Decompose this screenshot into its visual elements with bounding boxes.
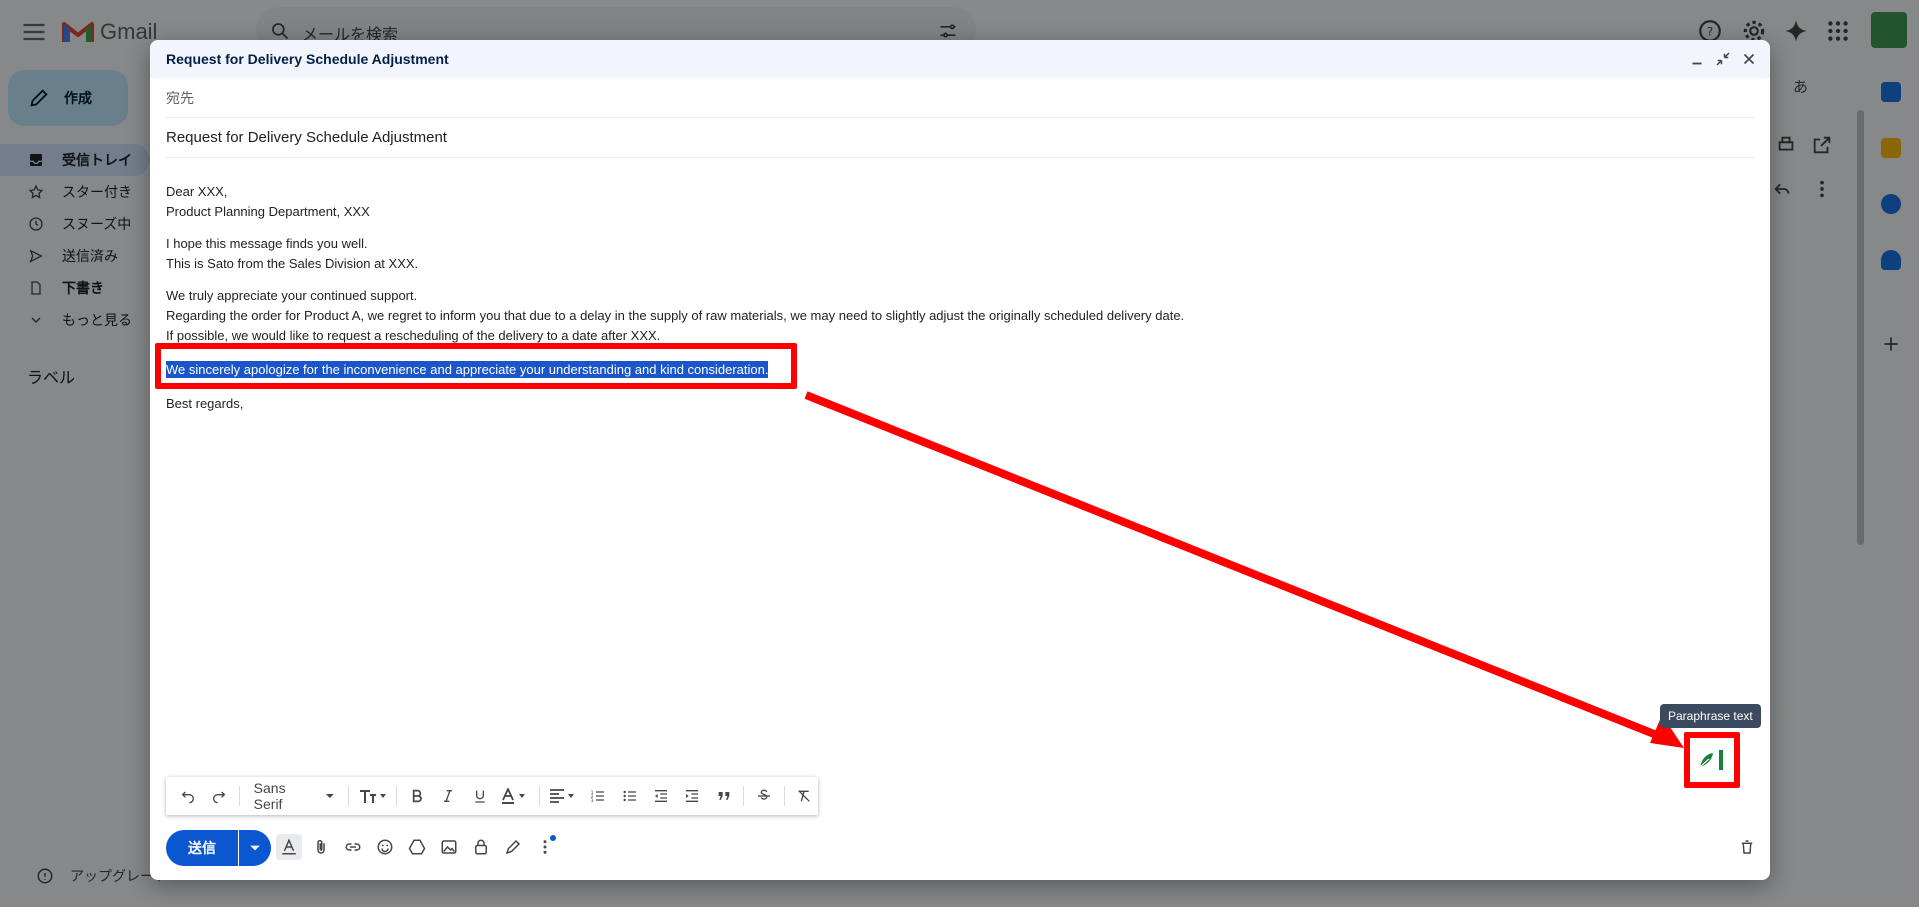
paraphrase-button[interactable] [1684,732,1740,788]
toolbar-divider [783,786,785,806]
insert-link-icon[interactable] [340,834,366,860]
notification-dot [550,835,556,841]
signature-pen-icon[interactable] [500,834,526,860]
indent-less-icon[interactable] [647,782,674,810]
bold-icon[interactable] [403,782,430,810]
send-options-button[interactable] [239,830,271,866]
discard-draft-icon[interactable] [1738,838,1756,856]
formatting-options-icon[interactable] [276,834,302,860]
insert-photo-icon[interactable] [436,834,462,860]
underline-icon[interactable] [466,782,493,810]
compose-actions [276,834,558,860]
confidential-mode-icon[interactable] [468,834,494,860]
font-family-value: Sans Serif [253,780,286,812]
align-icon[interactable] [546,782,581,810]
send-button-group: 送信 [166,830,271,866]
italic-icon[interactable] [435,782,462,810]
clear-formatting-icon[interactable] [791,782,818,810]
numbered-list-icon[interactable]: 123 [585,782,612,810]
chevron-down-icon [325,794,334,798]
chevron-down-icon [250,845,260,851]
bulleted-list-icon[interactable] [616,782,643,810]
font-family-select[interactable]: Sans Serif [246,780,343,812]
toolbar-divider [348,786,350,806]
paraphrase-tooltip: Paraphrase text [1660,704,1761,728]
strikethrough-icon[interactable] [750,782,777,810]
send-button[interactable]: 送信 [166,830,238,866]
more-options-icon[interactable] [532,834,558,860]
toolbar-divider [238,786,240,806]
font-size-icon[interactable] [355,782,390,810]
toolbar-divider [396,786,398,806]
leaf-pen-icon [1697,748,1727,772]
text-color-icon[interactable] [497,782,532,810]
emoji-icon[interactable] [372,834,398,860]
annotation-arrow [804,391,1684,748]
indent-more-icon[interactable] [679,782,706,810]
redo-icon[interactable] [205,782,232,810]
undo-icon[interactable] [174,782,201,810]
quote-icon[interactable] [710,782,737,810]
drive-icon[interactable] [404,834,430,860]
toolbar-divider [743,786,745,806]
toolbar-divider [538,786,540,806]
svg-text:3: 3 [591,798,594,804]
attach-file-icon[interactable] [308,834,334,860]
formatting-toolbar: Sans Serif 123 [166,777,818,815]
compose-window: Request for Delivery Schedule Adjustment… [150,40,1770,880]
